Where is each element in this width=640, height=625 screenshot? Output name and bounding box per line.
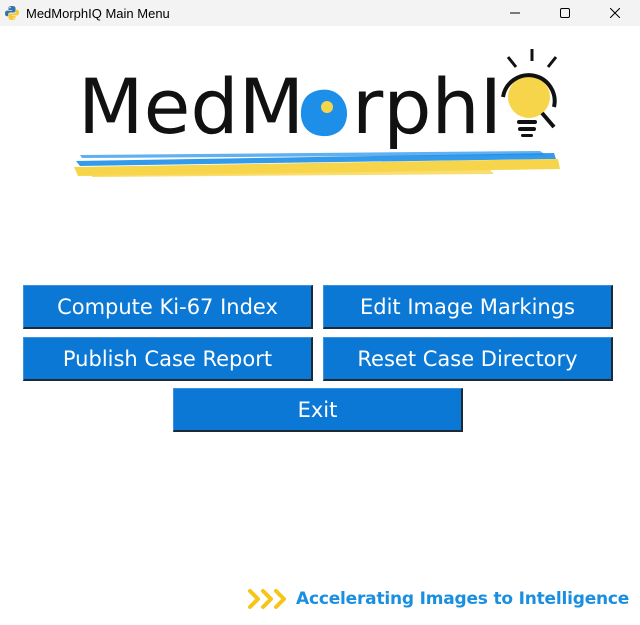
publish-case-report-label: Publish Case Report — [62, 346, 273, 371]
close-icon — [610, 8, 620, 18]
compute-ki67-label: Compute Ki-67 Index — [57, 294, 278, 319]
logo-text-right: rphI — [352, 62, 502, 151]
tagline-text: Accelerating Images to Intelligence — [296, 589, 630, 609]
triple-chevron-icon — [248, 589, 286, 609]
minimize-icon — [510, 12, 520, 14]
exit-label: Exit — [297, 397, 338, 422]
reset-case-directory-label: Reset Case Directory — [357, 346, 578, 371]
exit-button[interactable]: Exit — [173, 388, 463, 432]
window-title: MedMorphIQ Main Menu — [26, 5, 170, 21]
maximize-button[interactable] — [540, 0, 590, 26]
python-icon — [5, 6, 19, 20]
maximize-icon — [560, 8, 570, 18]
edit-image-markings-button[interactable]: Edit Image Markings — [323, 285, 613, 329]
logo-text-left: MedM — [78, 62, 304, 151]
logo-blob-o — [300, 89, 348, 137]
logo-brush-underline — [74, 151, 560, 177]
lightbulb-icon — [501, 49, 558, 137]
compute-ki67-button[interactable]: Compute Ki-67 Index — [23, 285, 313, 329]
title-bar[interactable]: MedMorphIQ Main Menu — [0, 0, 640, 26]
reset-case-directory-button[interactable]: Reset Case Directory — [323, 337, 613, 381]
minimize-button[interactable] — [490, 0, 540, 26]
close-button[interactable] — [590, 0, 640, 26]
tagline: Accelerating Images to Intelligence — [248, 588, 629, 610]
publish-case-report-button[interactable]: Publish Case Report — [23, 337, 313, 381]
medmorphiq-logo: MedM rphI — [74, 49, 560, 177]
edit-image-markings-label: Edit Image Markings — [360, 294, 575, 319]
window-controls — [490, 0, 640, 26]
main-window: MedMorphIQ Main Menu MedM rphI Compute K… — [0, 0, 640, 625]
